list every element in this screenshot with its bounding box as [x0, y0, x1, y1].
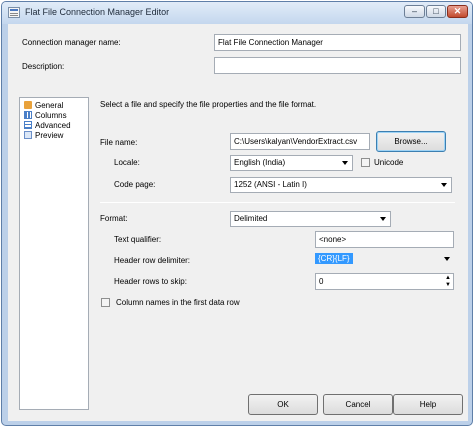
nav-item-label: Advanced: [35, 121, 71, 130]
column-names-checkbox[interactable]: [101, 298, 110, 307]
connection-name-input[interactable]: Flat File Connection Manager: [214, 34, 461, 51]
description-label: Description:: [22, 62, 65, 71]
browse-button[interactable]: Browse...: [376, 131, 446, 152]
dialog-window: Flat File Connection Manager Editor – □ …: [1, 1, 473, 426]
close-icon: ✕: [453, 6, 462, 16]
locale-select[interactable]: English (India): [230, 155, 353, 171]
chevron-down-icon: [444, 257, 450, 261]
code-page-label: Code page:: [114, 180, 156, 189]
unicode-label: Unicode: [374, 158, 404, 167]
format-label: Format:: [100, 214, 128, 223]
code-page-select[interactable]: 1252 (ANSI - Latin I): [230, 177, 452, 193]
unicode-checkbox[interactable]: [361, 158, 370, 167]
preview-icon: [24, 131, 32, 139]
maximize-icon: □: [433, 6, 439, 16]
text-qualifier-input[interactable]: <none>: [315, 231, 454, 248]
file-name-input[interactable]: C:\Users\kalyan\VendorExtract.csv: [230, 133, 370, 150]
file-name-label: File name:: [100, 138, 138, 147]
header-rows-skip-value: 0: [319, 277, 324, 286]
nav-item-label: Columns: [35, 111, 67, 120]
connection-name-label: Connection manager name:: [22, 38, 121, 47]
description-input[interactable]: [214, 57, 461, 74]
text-qualifier-label: Text qualifier:: [114, 235, 162, 244]
header-rows-skip-input[interactable]: 0 ▲ ▼: [315, 273, 454, 290]
title-bar[interactable]: Flat File Connection Manager Editor – □ …: [2, 2, 472, 24]
column-names-label: Column names in the first data row: [116, 298, 240, 307]
header-row-delimiter-value: {CR}{LF}: [315, 253, 353, 264]
chevron-down-icon: [380, 217, 386, 221]
nav-item-label: General: [35, 101, 64, 110]
cancel-button[interactable]: Cancel: [323, 394, 393, 415]
nav-item-advanced[interactable]: Advanced: [24, 121, 71, 131]
nav-item-label: Preview: [35, 131, 64, 140]
locale-label: Locale:: [114, 158, 140, 167]
minimize-button[interactable]: –: [404, 5, 425, 18]
header-row-delimiter-label: Header row delimiter:: [114, 256, 191, 265]
spin-down-icon[interactable]: ▼: [445, 282, 451, 288]
page-nav-list: General Columns Advanced Preview: [19, 97, 89, 410]
window-title: Flat File Connection Manager Editor: [25, 7, 170, 17]
header-row-delimiter-select[interactable]: {CR}{LF}: [315, 252, 454, 268]
format-value: Delimited: [234, 214, 268, 223]
general-icon: [24, 101, 32, 109]
section-divider: [100, 202, 455, 203]
columns-icon: [24, 111, 32, 119]
chevron-down-icon: [342, 161, 348, 165]
close-button[interactable]: ✕: [447, 5, 468, 18]
maximize-button[interactable]: □: [426, 5, 446, 18]
chevron-down-icon: [441, 183, 447, 187]
spin-up-icon[interactable]: ▲: [445, 275, 451, 281]
locale-value: English (India): [234, 158, 286, 167]
minimize-icon: –: [411, 6, 417, 16]
app-icon: [8, 7, 20, 18]
dialog-client-area: Connection manager name: Flat File Conne…: [8, 24, 468, 421]
instructions-text: Select a file and specify the file prope…: [100, 100, 317, 109]
format-select[interactable]: Delimited: [230, 211, 391, 227]
nav-item-preview[interactable]: Preview: [24, 131, 63, 141]
nav-item-columns[interactable]: Columns: [24, 111, 67, 121]
advanced-icon: [24, 121, 32, 129]
help-button[interactable]: Help: [393, 394, 463, 415]
header-rows-skip-label: Header rows to skip:: [114, 277, 187, 286]
ok-button[interactable]: OK: [248, 394, 318, 415]
code-page-value: 1252 (ANSI - Latin I): [234, 180, 307, 189]
nav-item-general[interactable]: General: [24, 101, 63, 111]
